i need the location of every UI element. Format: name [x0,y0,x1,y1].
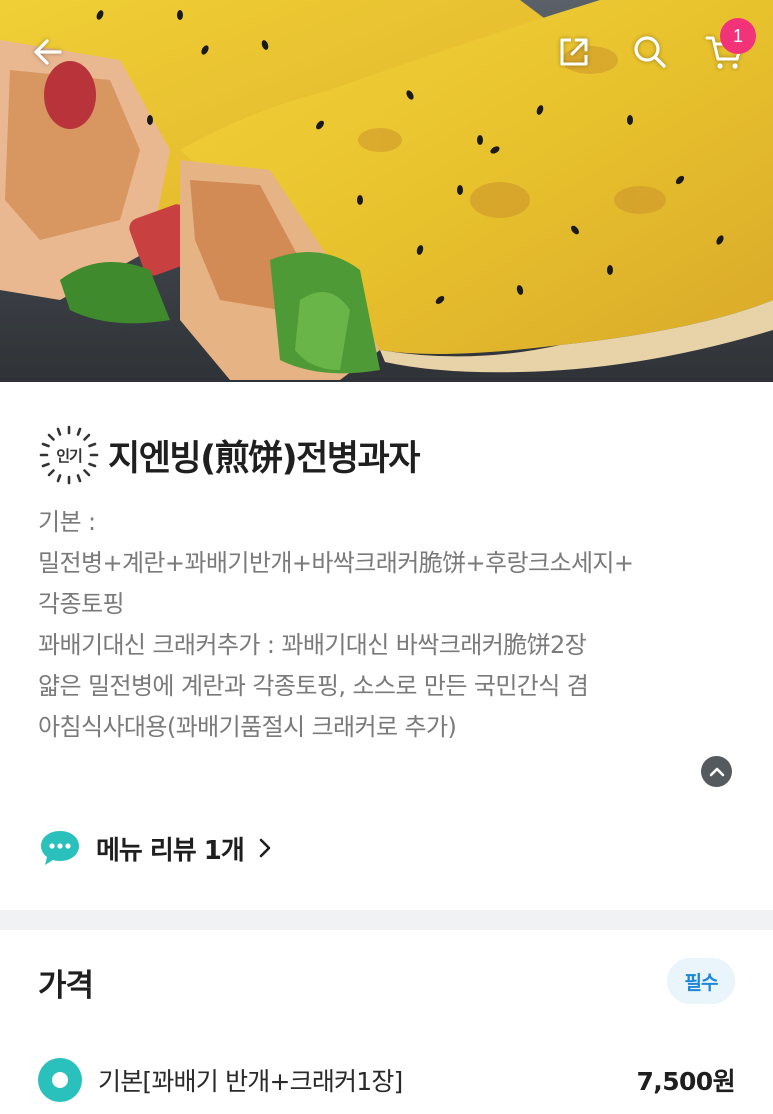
description-line: 아침식사대용(꽈배기품절시 크래커로 추가) [38,713,457,741]
description-line: 각종토핑 [38,590,125,618]
description-line: 얇은 밀전병에 계란과 각종토핑, 소스로 만든 국민간식 겸 [38,672,589,700]
menu-detail-page: 1 인기 지엔빙(煎饼)전병과자 기본: 밀전병+계란+꽈배기반개+바싹크래커… [0,0,773,1114]
popular-badge: 인기 [38,424,100,486]
review-label: 메뉴 리뷰 1개 [96,835,245,866]
description-line: 기본 : [38,508,96,536]
chat-bubble-icon [41,831,79,865]
share-icon [560,38,588,66]
back-arrow-icon [34,39,62,65]
cart-button[interactable]: 1 [698,18,756,78]
chevron-up-icon [709,767,724,776]
search-button[interactable] [624,26,676,78]
menu-title-row: 인기 지엔빙(煎饼)전병과자 [38,424,420,486]
option-label: 기본[꽈배기 반개+크래커1장] [98,1067,403,1096]
section-divider [0,910,773,930]
option-price: 7,500원 [636,1067,736,1096]
required-badge: 필수 [667,958,735,1004]
description-line: 꽈배기대신 크래커추가 : 꽈배기대신 바싹크래커脆饼2장 [38,631,587,659]
option-radio-selected[interactable] [38,1058,82,1102]
search-icon [634,36,666,68]
description-line: 밀전병+계란+꽈배기반개+바싹크래커脆饼+후랑크소세지+ [38,549,634,577]
share-button[interactable] [548,26,600,78]
menu-title: 지엔빙(煎饼)전병과자 [108,438,420,479]
price-section-title: 가격 [38,968,94,1004]
menu-review-link[interactable]: 메뉴 리뷰 1개 [38,828,272,868]
cart-count-badge: 1 [720,18,756,54]
collapse-description-button[interactable] [701,756,732,787]
menu-photo: 1 [0,0,773,382]
radio-dot [52,1072,68,1088]
chevron-right-icon [259,838,271,858]
menu-description: 기본 : 밀전병+계란+꽈배기반개+바싹크래커脆饼+후랑크소세지+ 각종토핑 꽈… [38,502,738,748]
price-option-basic[interactable]: 기본[꽈배기 반개+크래커1장] 7,500원 [38,1056,736,1104]
back-button[interactable] [22,26,74,78]
popular-badge-label: 인기 [56,446,83,465]
